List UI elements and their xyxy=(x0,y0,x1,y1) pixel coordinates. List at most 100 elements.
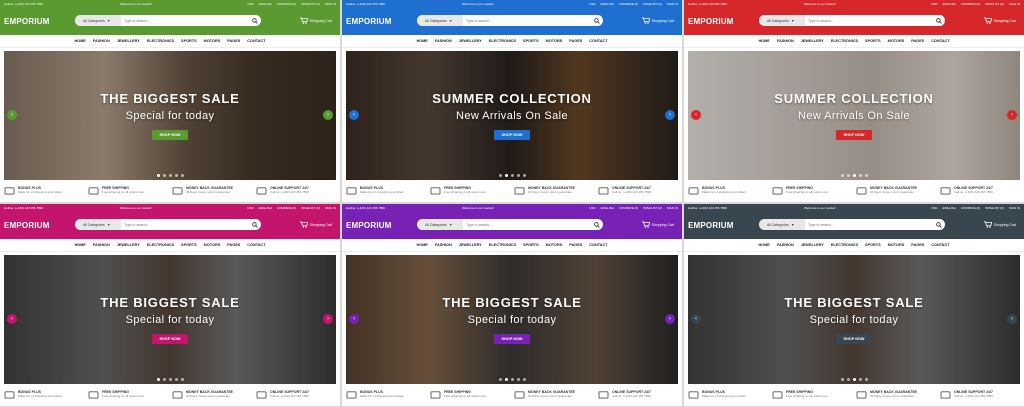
search-input[interactable] xyxy=(805,219,935,230)
slider-dot[interactable] xyxy=(522,378,526,381)
nav-item[interactable]: SPORTS xyxy=(523,39,539,43)
slider-dot[interactable] xyxy=(162,378,166,381)
nav-item[interactable]: JEWELLERY xyxy=(801,243,824,247)
nav-item[interactable]: ELECTRONICS xyxy=(831,243,858,247)
shop-now-button[interactable]: SHOP NOW xyxy=(152,130,188,140)
nav-item[interactable]: SPORTS xyxy=(865,243,881,247)
slider-next-button[interactable]: › xyxy=(323,110,333,120)
slider-next-button[interactable]: › xyxy=(665,110,675,120)
shopping-cart-button[interactable]: Shopping Cart xyxy=(983,221,1016,229)
signin-link[interactable]: SIGN IN xyxy=(325,2,336,6)
search-icon[interactable] xyxy=(251,17,259,25)
slider-prev-button[interactable]: ‹ xyxy=(691,110,701,120)
slider-prev-button[interactable]: ‹ xyxy=(7,110,17,120)
wishlist-link[interactable]: WISHLIST (0) xyxy=(301,2,320,6)
slider-prev-button[interactable]: ‹ xyxy=(7,314,17,324)
signin-link[interactable]: SIGN IN xyxy=(667,2,678,6)
nav-item[interactable]: ELECTRONICS xyxy=(489,39,516,43)
search-input[interactable] xyxy=(121,219,251,230)
nav-item[interactable]: FASHION xyxy=(435,243,452,247)
slider-dot[interactable] xyxy=(858,174,862,177)
nav-item[interactable]: JEWELLERY xyxy=(801,39,824,43)
nav-item[interactable]: MOTORS xyxy=(204,243,221,247)
slider-prev-button[interactable]: ‹ xyxy=(349,110,359,120)
site-logo[interactable]: EMPORIUM xyxy=(4,221,74,230)
nav-item[interactable]: PAGES xyxy=(569,39,582,43)
shopping-cart-button[interactable]: Shopping Cart xyxy=(983,17,1016,25)
nav-item[interactable]: SPORTS xyxy=(865,39,881,43)
nav-item[interactable]: PAGES xyxy=(911,243,924,247)
nav-item[interactable]: MOTORS xyxy=(546,243,563,247)
compare-link[interactable]: COMPARE (0) xyxy=(619,2,638,6)
slider-next-button[interactable]: › xyxy=(1007,314,1017,324)
slider-dot[interactable] xyxy=(162,174,166,177)
shopping-cart-button[interactable]: Shopping Cart xyxy=(299,221,332,229)
language-select[interactable]: ENGLISH xyxy=(943,206,956,210)
nav-item[interactable]: CONTACT xyxy=(247,243,265,247)
slider-dot[interactable] xyxy=(180,378,184,381)
nav-item[interactable]: FASHION xyxy=(777,39,794,43)
language-select[interactable]: ENGLISH xyxy=(601,206,614,210)
search-input[interactable] xyxy=(805,15,935,26)
slider-dot[interactable] xyxy=(510,174,514,177)
shop-now-button[interactable]: SHOP NOW xyxy=(836,334,872,344)
shopping-cart-button[interactable]: Shopping Cart xyxy=(641,221,674,229)
slider-dot[interactable] xyxy=(510,378,514,381)
shop-now-button[interactable]: SHOP NOW xyxy=(494,334,530,344)
slider-dot[interactable] xyxy=(852,174,856,177)
category-select[interactable]: All Categories xyxy=(417,15,463,26)
slider-dot[interactable] xyxy=(174,378,178,381)
slider-prev-button[interactable]: ‹ xyxy=(349,314,359,324)
wishlist-link[interactable]: WISHLIST (0) xyxy=(985,206,1004,210)
currency-select[interactable]: USD xyxy=(589,206,595,210)
site-logo[interactable]: EMPORIUM xyxy=(4,17,74,26)
language-select[interactable]: ENGLISH xyxy=(259,206,272,210)
currency-select[interactable]: USD xyxy=(931,2,937,6)
category-select[interactable]: All Categories xyxy=(75,15,121,26)
slider-dot[interactable] xyxy=(156,174,160,177)
site-logo[interactable]: EMPORIUM xyxy=(346,221,416,230)
compare-link[interactable]: COMPARE (0) xyxy=(961,2,980,6)
category-select[interactable]: All Categories xyxy=(417,219,463,230)
nav-item[interactable]: HOME xyxy=(74,243,85,247)
slider-dot[interactable] xyxy=(498,378,502,381)
language-select[interactable]: ENGLISH xyxy=(943,2,956,6)
slider-dot[interactable] xyxy=(840,174,844,177)
slider-dot[interactable] xyxy=(852,378,856,381)
slider-dot[interactable] xyxy=(498,174,502,177)
search-input[interactable] xyxy=(463,15,593,26)
slider-prev-button[interactable]: ‹ xyxy=(691,314,701,324)
slider-dot[interactable] xyxy=(522,174,526,177)
nav-item[interactable]: PAGES xyxy=(911,39,924,43)
nav-item[interactable]: PAGES xyxy=(569,243,582,247)
currency-select[interactable]: USD xyxy=(589,2,595,6)
slider-dot[interactable] xyxy=(846,378,850,381)
nav-item[interactable]: SPORTS xyxy=(181,243,197,247)
nav-item[interactable]: PAGES xyxy=(227,243,240,247)
nav-item[interactable]: MOTORS xyxy=(204,39,221,43)
nav-item[interactable]: PAGES xyxy=(227,39,240,43)
nav-item[interactable]: MOTORS xyxy=(888,39,905,43)
compare-link[interactable]: COMPARE (0) xyxy=(619,206,638,210)
search-icon[interactable] xyxy=(935,221,943,229)
slider-dot[interactable] xyxy=(516,378,520,381)
slider-dot[interactable] xyxy=(858,378,862,381)
language-select[interactable]: ENGLISH xyxy=(259,2,272,6)
slider-next-button[interactable]: › xyxy=(665,314,675,324)
nav-item[interactable]: CONTACT xyxy=(589,39,607,43)
nav-item[interactable]: FASHION xyxy=(93,243,110,247)
compare-link[interactable]: COMPARE (0) xyxy=(277,206,296,210)
site-logo[interactable]: EMPORIUM xyxy=(688,17,758,26)
nav-item[interactable]: FASHION xyxy=(93,39,110,43)
nav-item[interactable]: ELECTRONICS xyxy=(147,243,174,247)
wishlist-link[interactable]: WISHLIST (0) xyxy=(643,206,662,210)
nav-item[interactable]: JEWELLERY xyxy=(459,243,482,247)
nav-item[interactable]: MOTORS xyxy=(546,39,563,43)
nav-item[interactable]: CONTACT xyxy=(931,39,949,43)
compare-link[interactable]: COMPARE (0) xyxy=(277,2,296,6)
nav-item[interactable]: HOME xyxy=(758,243,769,247)
site-logo[interactable]: EMPORIUM xyxy=(688,221,758,230)
nav-item[interactable]: JEWELLERY xyxy=(459,39,482,43)
slider-dot[interactable] xyxy=(174,174,178,177)
slider-dot[interactable] xyxy=(504,174,508,177)
